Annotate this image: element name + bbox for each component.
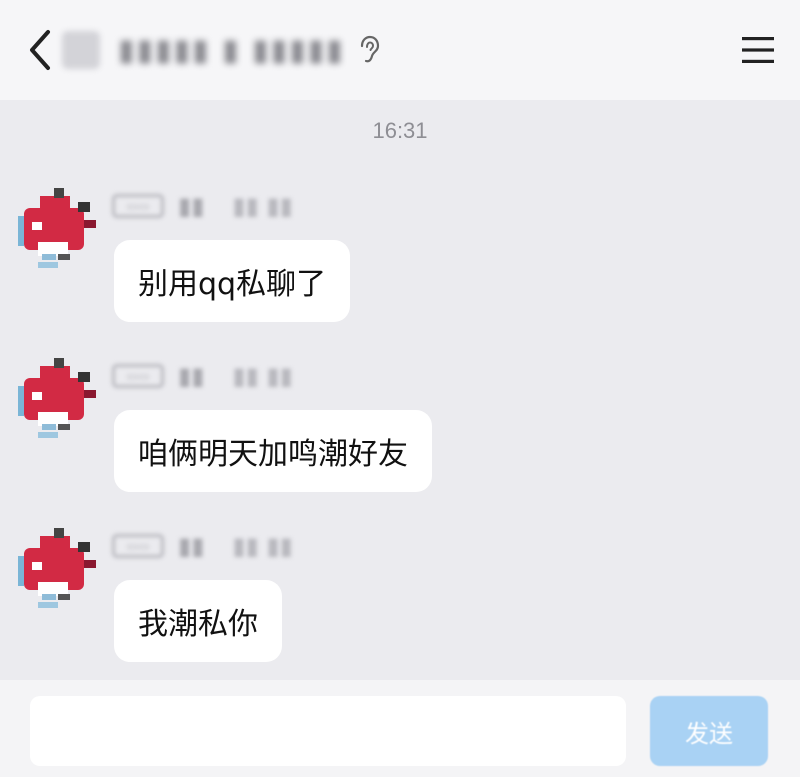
menu-icon xyxy=(742,37,774,63)
message-bubble[interactable]: 咱俩明天加鸣潮好友 xyxy=(114,410,432,492)
sender-avatar[interactable] xyxy=(18,528,98,612)
sender-name: ▮▮ xyxy=(178,532,205,560)
sender-tag: ▭▭ xyxy=(112,194,164,218)
ear-icon xyxy=(360,35,379,63)
sender-info: ▭▭ ▮▮ ▮▮ ▮▮ xyxy=(112,190,293,222)
chevron-left-icon xyxy=(30,30,50,70)
message-row: ▭▭ ▮▮ ▮▮ ▮▮ 别用qq私聊了 xyxy=(0,188,800,338)
message-row: ▭▭ ▮▮ ▮▮ ▮▮ 咱俩明天加鸣潮好友 xyxy=(0,358,800,508)
message-bubble[interactable]: 我潮私你 xyxy=(114,580,282,662)
chat-title[interactable]: ▮▮▮▮▮ ▮ ▮▮▮▮▮ xyxy=(62,28,383,72)
title-avatar xyxy=(62,31,100,69)
message-timestamp: 16:31 xyxy=(372,118,428,143)
send-button[interactable]: 发送 xyxy=(650,696,768,766)
message-input[interactable] xyxy=(30,696,626,766)
chat-title-text: ▮▮▮▮▮ ▮ ▮▮▮▮▮ xyxy=(118,32,345,68)
message-row: ▭▭ ▮▮ ▮▮ ▮▮ 我潮私你 xyxy=(0,528,800,678)
sender-tag: ▭▭ xyxy=(112,364,164,388)
sender-info: ▭▭ ▮▮ ▮▮ ▮▮ xyxy=(112,530,293,562)
sender-tag: ▭▭ xyxy=(112,534,164,558)
sender-extra: ▮▮ ▮▮ xyxy=(232,192,293,220)
message-bubble[interactable]: 别用qq私聊了 xyxy=(114,240,351,322)
sender-name: ▮▮ xyxy=(178,362,205,390)
sender-avatar[interactable] xyxy=(18,358,98,442)
composer-bar: 发送 xyxy=(0,680,800,777)
sender-avatar[interactable] xyxy=(18,188,98,272)
back-button[interactable] xyxy=(18,22,62,78)
sender-extra: ▮▮ ▮▮ xyxy=(232,362,293,390)
chat-screen: ▮▮▮▮▮ ▮ ▮▮▮▮▮ 16:31 ▭▭ ▮▮ ▮▮ ▮▮ 别用qq私聊了 … xyxy=(0,0,800,777)
sender-info: ▭▭ ▮▮ ▮▮ ▮▮ xyxy=(112,360,293,392)
menu-button[interactable] xyxy=(738,30,778,70)
chat-header: ▮▮▮▮▮ ▮ ▮▮▮▮▮ xyxy=(0,0,800,100)
sender-name: ▮▮ xyxy=(178,192,205,220)
sender-extra: ▮▮ ▮▮ xyxy=(232,532,293,560)
